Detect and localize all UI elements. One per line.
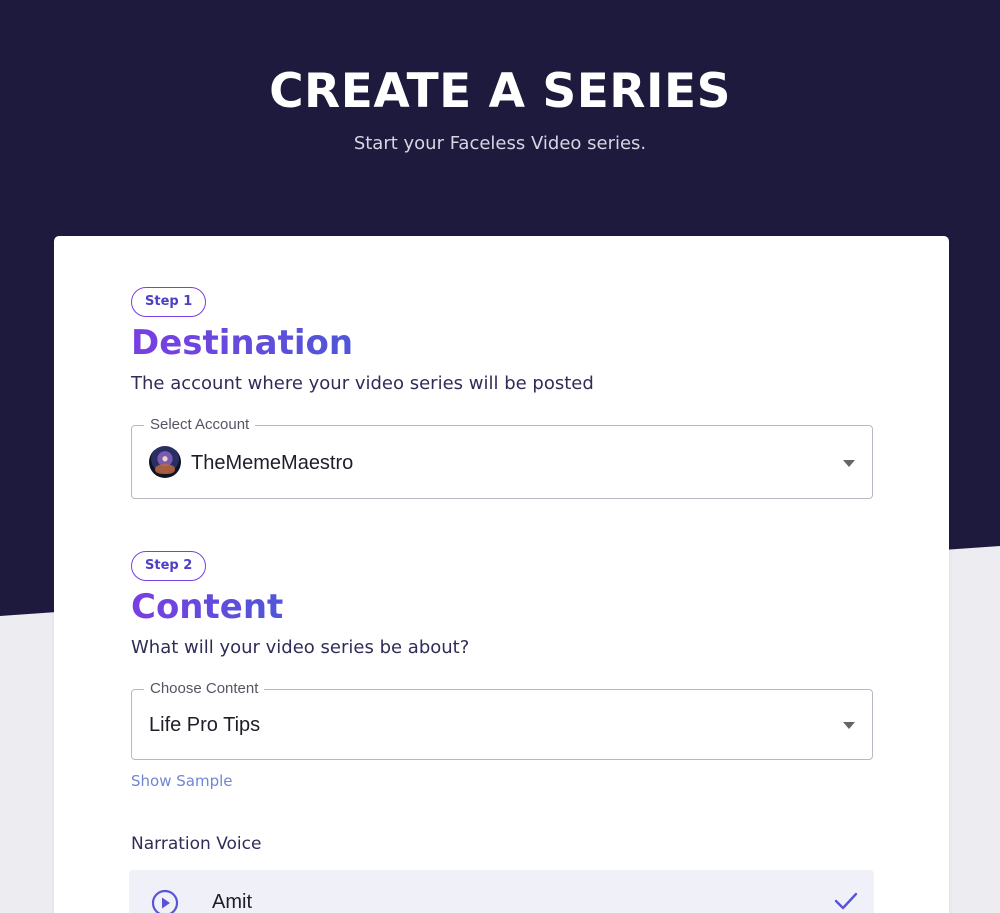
- step-2-badge: Step 2: [131, 551, 207, 581]
- content-title: Content: [131, 587, 284, 627]
- voice-option-amit[interactable]: Amit: [129, 870, 874, 913]
- voice-name: Amit: [212, 891, 252, 913]
- content-select-label: Choose Content: [144, 680, 265, 698]
- narration-voice-label: Narration Voice: [131, 834, 262, 854]
- page-title: CREATE A SERIES: [269, 64, 731, 119]
- page-header: CREATE A SERIES Start your Faceless Vide…: [0, 0, 1000, 156]
- page-subtitle: Start your Faceless Video series.: [353, 133, 647, 154]
- play-circle-icon[interactable]: [151, 889, 179, 913]
- content-select-value: Life Pro Tips: [149, 714, 261, 736]
- destination-title: Destination: [131, 323, 354, 363]
- account-avatar: [149, 446, 181, 478]
- step-1-badge: Step 1: [131, 287, 207, 317]
- chevron-down-icon: [843, 460, 855, 467]
- content-select[interactable]: Choose Content Life Pro Tips: [131, 680, 873, 760]
- destination-description: The account where your video series will…: [131, 373, 594, 394]
- account-select-value: TheMemeMaestro: [191, 452, 354, 474]
- account-select[interactable]: Select Account TheMemeMaestro: [131, 416, 873, 499]
- chevron-down-icon: [843, 722, 855, 729]
- account-select-label: Select Account: [144, 416, 256, 434]
- check-icon: [833, 890, 859, 912]
- content-description: What will your video series be about?: [131, 637, 470, 658]
- create-series-card: Step 1 Destination The account where you…: [54, 236, 949, 913]
- show-sample-link[interactable]: Show Sample: [131, 772, 232, 790]
